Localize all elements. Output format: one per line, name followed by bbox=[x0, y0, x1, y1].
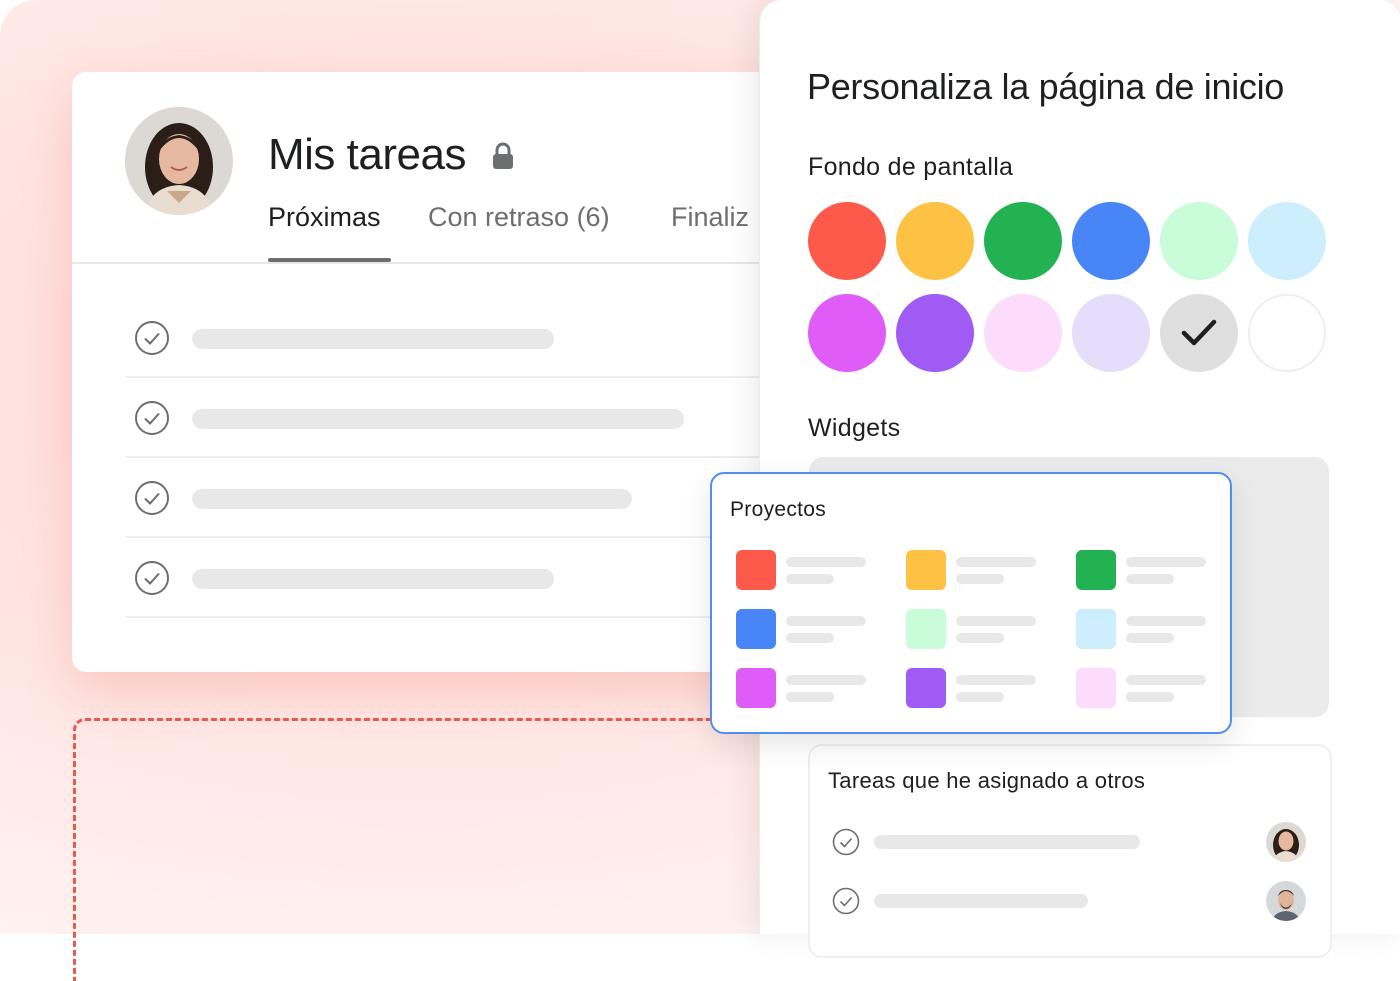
project-name-placeholder bbox=[1126, 675, 1206, 685]
project-meta-placeholder bbox=[956, 692, 1004, 702]
project-name-placeholder bbox=[956, 675, 1036, 685]
project-color-icon bbox=[1076, 668, 1116, 708]
project-name-placeholder bbox=[956, 616, 1036, 626]
panel-title: Personaliza la página de inicio bbox=[807, 66, 1285, 107]
project-color-icon bbox=[736, 609, 776, 649]
lock-icon bbox=[493, 142, 513, 169]
assigned-task-row[interactable] bbox=[832, 822, 1312, 862]
checkmark-icon bbox=[1181, 319, 1217, 346]
drop-zone-placeholder bbox=[73, 718, 876, 981]
user-avatar[interactable] bbox=[125, 107, 233, 215]
wallpaper-swatch[interactable] bbox=[984, 294, 1062, 372]
project-name-placeholder bbox=[1126, 557, 1206, 567]
project-item[interactable] bbox=[736, 668, 876, 708]
wallpaper-swatch[interactable] bbox=[896, 202, 974, 280]
project-item[interactable] bbox=[736, 550, 876, 590]
task-row[interactable] bbox=[126, 378, 832, 458]
project-name-placeholder bbox=[1126, 616, 1206, 626]
task-name-placeholder bbox=[874, 835, 1140, 849]
project-color-icon bbox=[906, 609, 946, 649]
tab-overdue[interactable]: Con retraso (6) bbox=[428, 202, 610, 233]
tab-upcoming[interactable]: Próximas bbox=[268, 202, 381, 233]
wallpaper-swatch[interactable] bbox=[984, 202, 1062, 280]
task-row[interactable] bbox=[126, 298, 832, 378]
projects-widget-dragging[interactable]: Proyectos bbox=[710, 472, 1232, 734]
page-title: Mis tareas bbox=[268, 130, 466, 179]
check-circle-icon[interactable] bbox=[134, 400, 170, 436]
project-color-icon bbox=[1076, 609, 1116, 649]
assigned-tasks-widget[interactable]: Tareas que he asignado a otros bbox=[808, 744, 1332, 958]
project-meta-placeholder bbox=[956, 574, 1004, 584]
check-circle-icon[interactable] bbox=[134, 320, 170, 356]
wallpaper-swatch[interactable] bbox=[1248, 294, 1326, 372]
wallpaper-swatch[interactable] bbox=[808, 294, 886, 372]
task-name-placeholder bbox=[192, 489, 632, 509]
project-item[interactable] bbox=[736, 609, 876, 649]
check-circle-icon[interactable] bbox=[832, 887, 860, 915]
wallpaper-swatch[interactable] bbox=[1072, 202, 1150, 280]
widget-title: Tareas que he asignado a otros bbox=[828, 768, 1146, 793]
header-divider bbox=[72, 262, 832, 264]
project-meta-placeholder bbox=[1126, 633, 1174, 643]
task-name-placeholder bbox=[874, 894, 1088, 908]
project-color-icon bbox=[736, 668, 776, 708]
project-item[interactable] bbox=[906, 609, 1046, 649]
project-meta-placeholder bbox=[786, 692, 834, 702]
project-meta-placeholder bbox=[956, 633, 1004, 643]
project-item[interactable] bbox=[906, 668, 1046, 708]
check-circle-icon[interactable] bbox=[832, 828, 860, 856]
check-circle-icon[interactable] bbox=[134, 560, 170, 596]
check-circle-icon[interactable] bbox=[134, 480, 170, 516]
wallpaper-swatch[interactable] bbox=[896, 294, 974, 372]
widget-title: Proyectos bbox=[730, 498, 827, 521]
assigned-task-row[interactable] bbox=[832, 881, 1312, 921]
project-meta-placeholder bbox=[786, 574, 834, 584]
widgets-label: Widgets bbox=[808, 414, 901, 442]
task-name-placeholder bbox=[192, 329, 554, 349]
customize-home-panel: Personaliza la página de inicio Fondo de… bbox=[759, 0, 1400, 958]
wallpaper-swatch[interactable] bbox=[1072, 294, 1150, 372]
project-item[interactable] bbox=[906, 550, 1046, 590]
task-name-placeholder bbox=[192, 409, 684, 429]
project-name-placeholder bbox=[786, 616, 866, 626]
project-meta-placeholder bbox=[1126, 692, 1174, 702]
project-color-icon bbox=[736, 550, 776, 590]
project-color-icon bbox=[1076, 550, 1116, 590]
wallpaper-swatch[interactable] bbox=[808, 202, 886, 280]
task-name-placeholder bbox=[192, 569, 554, 589]
project-item[interactable] bbox=[1076, 550, 1216, 590]
project-item[interactable] bbox=[1076, 668, 1216, 708]
wallpaper-swatch[interactable] bbox=[1160, 294, 1238, 372]
project-meta-placeholder bbox=[786, 633, 834, 643]
project-color-icon bbox=[906, 668, 946, 708]
wallpaper-swatch[interactable] bbox=[1248, 202, 1326, 280]
wallpaper-label: Fondo de pantalla bbox=[808, 153, 1014, 181]
man-avatar[interactable] bbox=[1266, 881, 1306, 921]
project-meta-placeholder bbox=[1126, 574, 1174, 584]
wallpaper-swatch[interactable] bbox=[1160, 202, 1238, 280]
tab-completed[interactable]: Finaliz bbox=[671, 202, 749, 233]
woman-avatar[interactable] bbox=[1266, 822, 1306, 862]
project-name-placeholder bbox=[956, 557, 1036, 567]
project-name-placeholder bbox=[786, 675, 866, 685]
project-color-icon bbox=[906, 550, 946, 590]
project-item[interactable] bbox=[1076, 609, 1216, 649]
project-name-placeholder bbox=[786, 557, 866, 567]
